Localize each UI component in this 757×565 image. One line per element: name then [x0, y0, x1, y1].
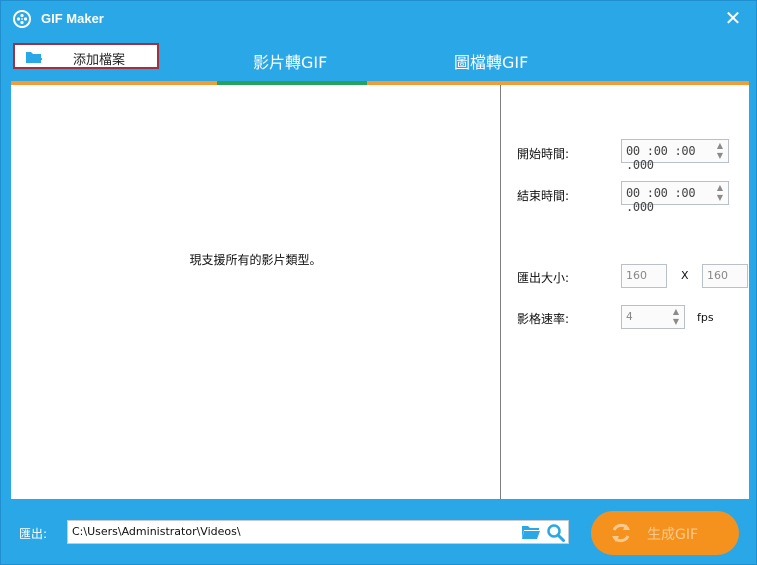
add-file-label: 添加檔案 — [73, 53, 126, 68]
start-time-label: 開始時間: — [517, 147, 570, 161]
add-file-button[interactable]: 添加檔案 — [13, 43, 159, 69]
end-time-value: 00 :00 :00 .000 — [626, 186, 696, 214]
start-time-stepper[interactable]: 00 :00 :00 .000 ▲ ▼ — [621, 139, 729, 172]
frame-rate-label: 影格速率: — [517, 312, 570, 326]
tab-image-to-gif[interactable]: 圖檔轉GIF — [454, 49, 528, 73]
output-path-field[interactable]: C:\Users\Administrator\Videos\ — [67, 520, 569, 544]
fps-unit: fps — [697, 311, 714, 324]
close-button[interactable]: ✕ — [722, 7, 744, 29]
refresh-icon — [609, 521, 633, 549]
end-time-down-arrow-icon[interactable]: ▼ — [715, 193, 725, 203]
output-path-value: C:\Users\Administrator\Videos\ — [72, 525, 241, 538]
frame-rate-up-arrow-icon[interactable]: ▲ — [671, 307, 681, 317]
export-label: 匯出: — [19, 527, 48, 541]
main-content: 現支援所有的影片類型。 開始時間: 00 :00 :00 .000 ▲ ▼ 結束… — [11, 85, 749, 499]
frame-rate-down-arrow-icon[interactable]: ▼ — [671, 317, 681, 327]
end-time-up-arrow-icon[interactable]: ▲ — [715, 183, 725, 193]
supported-formats-message: 現支援所有的影片類型。 — [189, 253, 322, 267]
search-icon[interactable] — [546, 523, 566, 547]
frame-rate-stepper[interactable]: 4 ▲ ▼ — [621, 305, 685, 329]
end-time-label: 結束時間: — [517, 189, 570, 203]
end-time-stepper[interactable]: 00 :00 :00 .000 ▲ ▼ — [621, 181, 729, 214]
height-field[interactable]: 160 — [702, 264, 748, 288]
tab-video-to-gif[interactable]: 影片轉GIF — [253, 49, 327, 73]
start-time-up-arrow-icon[interactable]: ▲ — [715, 141, 725, 151]
tab-bar: 添加檔案 影片轉GIF 圖檔轉GIF — [1, 37, 756, 85]
settings-panel: 開始時間: 00 :00 :00 .000 ▲ ▼ 結束時間: 00 :00 :… — [501, 85, 749, 499]
size-separator: X — [681, 269, 689, 282]
generate-gif-button[interactable]: 生成GIF — [591, 511, 739, 555]
folder-icon[interactable] — [521, 524, 541, 544]
start-time-down-arrow-icon[interactable]: ▼ — [715, 151, 725, 161]
frame-rate-value: 4 — [626, 310, 633, 323]
app-title: GIF Maker — [41, 11, 104, 26]
start-time-value: 00 :00 :00 .000 — [626, 144, 696, 172]
film-reel-icon — [13, 10, 31, 28]
width-field[interactable]: 160 — [621, 264, 667, 288]
generate-gif-label: 生成GIF — [647, 527, 699, 543]
title-bar: GIF Maker ✕ — [1, 1, 756, 37]
preview-area[interactable]: 現支援所有的影片類型。 — [11, 85, 501, 499]
footer-bar: 匯出: C:\Users\Administrator\Videos\ 生成GIF — [1, 501, 756, 564]
gif-maker-window: GIF Maker ✕ 添加檔案 影片轉GIF 圖檔轉GIF 現支援所有的影片類… — [0, 0, 757, 565]
export-size-label: 匯出大小: — [517, 271, 570, 285]
add-folder-icon — [25, 49, 43, 69]
